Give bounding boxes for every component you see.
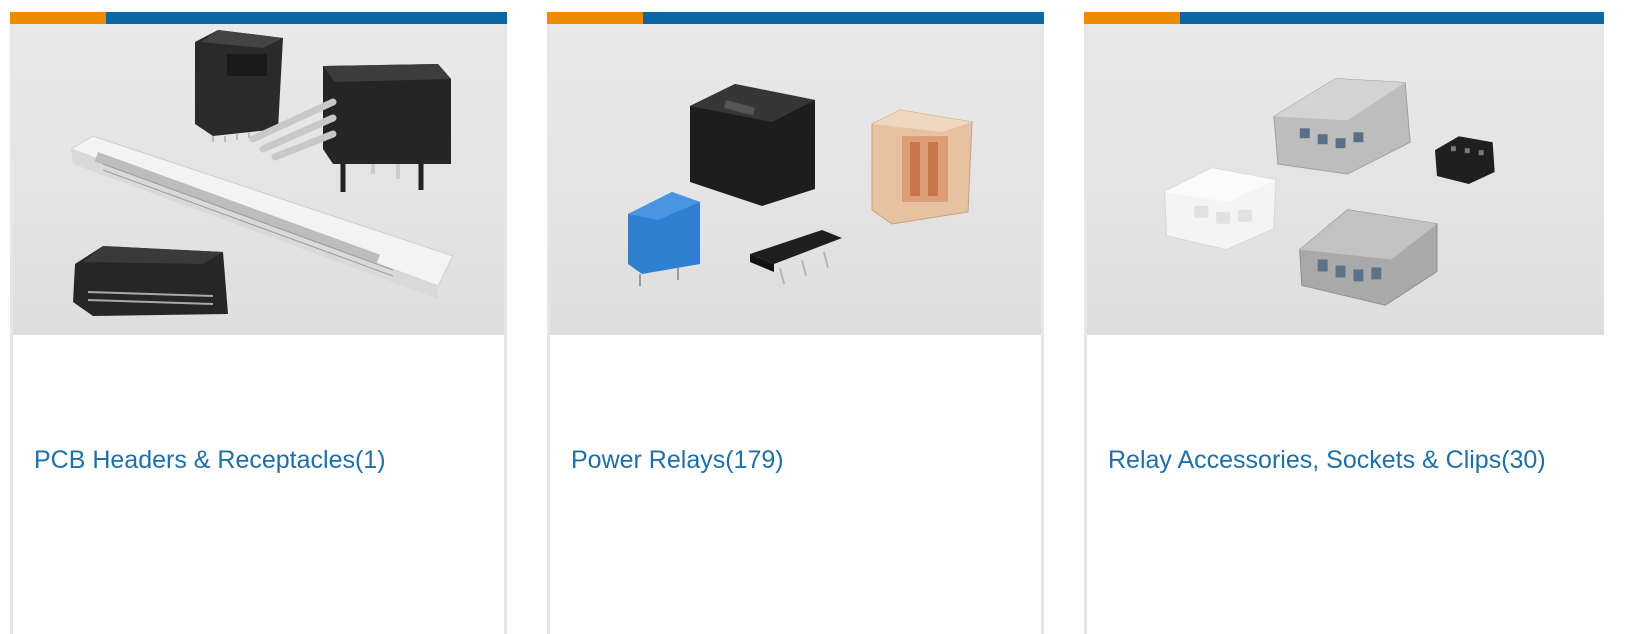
- accent-orange-segment: [1084, 12, 1180, 24]
- category-card-power-relays[interactable]: Power Relays(179): [547, 12, 1044, 634]
- accent-blue-segment: [1180, 12, 1604, 24]
- category-grid: PCB Headers & Receptacles(1) Power Relay…: [0, 0, 1633, 634]
- accent-orange-segment: [10, 12, 106, 24]
- accent-blue-segment: [106, 12, 507, 24]
- card-accent-bar: [10, 12, 507, 24]
- card-accent-bar: [547, 12, 1044, 24]
- category-card-relay-accessories[interactable]: Relay Accessories, Sockets & Clips(30): [1084, 12, 1604, 634]
- category-title-link[interactable]: PCB Headers & Receptacles(1): [34, 444, 386, 476]
- card-accent-bar: [1084, 12, 1604, 24]
- pcb-headers-receptacles-image[interactable]: [13, 24, 504, 335]
- category-card-pcb-headers[interactable]: PCB Headers & Receptacles(1): [10, 12, 507, 634]
- category-title-link[interactable]: Power Relays(179): [571, 444, 784, 476]
- accent-orange-segment: [547, 12, 643, 24]
- category-title-link[interactable]: Relay Accessories, Sockets & Clips(30): [1108, 444, 1546, 476]
- relay-sockets-clips-image[interactable]: [1087, 24, 1604, 335]
- power-relays-image[interactable]: [550, 24, 1041, 335]
- accent-blue-segment: [643, 12, 1044, 24]
